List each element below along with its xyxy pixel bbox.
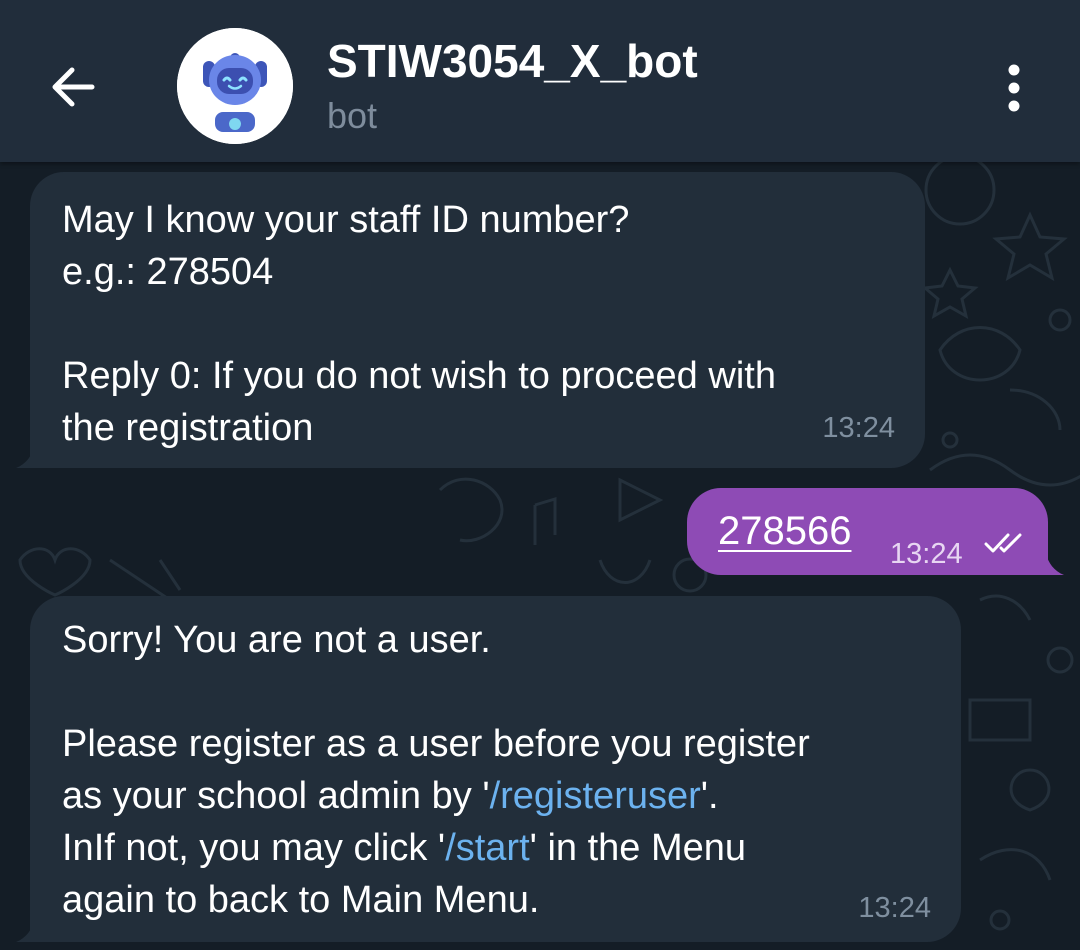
message-line: Reply 0: If you do not wish to proceed w…	[62, 355, 776, 397]
chat-header: STIW3054_X_bot bot	[0, 0, 1080, 162]
double-check-icon	[984, 533, 1022, 553]
start-command-link[interactable]: /start	[445, 827, 529, 869]
bot-avatar[interactable]	[177, 28, 293, 144]
bubble-tail	[1034, 553, 1064, 575]
registeruser-command-link[interactable]: /registeruser	[490, 775, 701, 817]
staff-id-link[interactable]: 278566	[718, 505, 851, 557]
incoming-message[interactable]: May I know your staff ID number? e.g.: 2…	[30, 172, 925, 468]
message-line: the registration	[62, 407, 314, 449]
message-line: '.	[700, 775, 719, 817]
chat-title[interactable]: STIW3054_X_bot	[327, 34, 698, 88]
message-timestamp: 13:24	[858, 892, 931, 924]
message-line: Sorry! You are not a user.	[62, 619, 491, 661]
message-line: e.g.: 278504	[62, 251, 274, 293]
bubble-tail	[16, 446, 46, 468]
more-vertical-icon[interactable]	[990, 58, 1038, 118]
arrow-left-icon[interactable]	[44, 56, 106, 118]
message-line: again to back to Main Menu.	[62, 879, 540, 921]
message-timestamp: 13:24	[822, 412, 895, 444]
message-timestamp: 13:24	[890, 538, 963, 570]
chat-subtitle: bot	[327, 95, 378, 136]
message-text: Sorry! You are not a user. Please regist…	[62, 614, 810, 926]
incoming-message[interactable]: Sorry! You are not a user. Please regist…	[30, 596, 961, 942]
message-line: Please register as a user before you reg…	[62, 723, 810, 765]
message-line: May I know your staff ID number?	[62, 199, 630, 241]
outgoing-message[interactable]: 278566 13:24	[687, 488, 1048, 575]
message-line: InIf not, you may click '	[62, 827, 446, 869]
message-text: May I know your staff ID number? e.g.: 2…	[62, 194, 776, 454]
message-line: as your school admin by '	[62, 775, 490, 817]
bubble-tail	[16, 920, 46, 942]
message-line: ' in the Menu	[529, 827, 747, 869]
robot-icon	[177, 28, 293, 144]
